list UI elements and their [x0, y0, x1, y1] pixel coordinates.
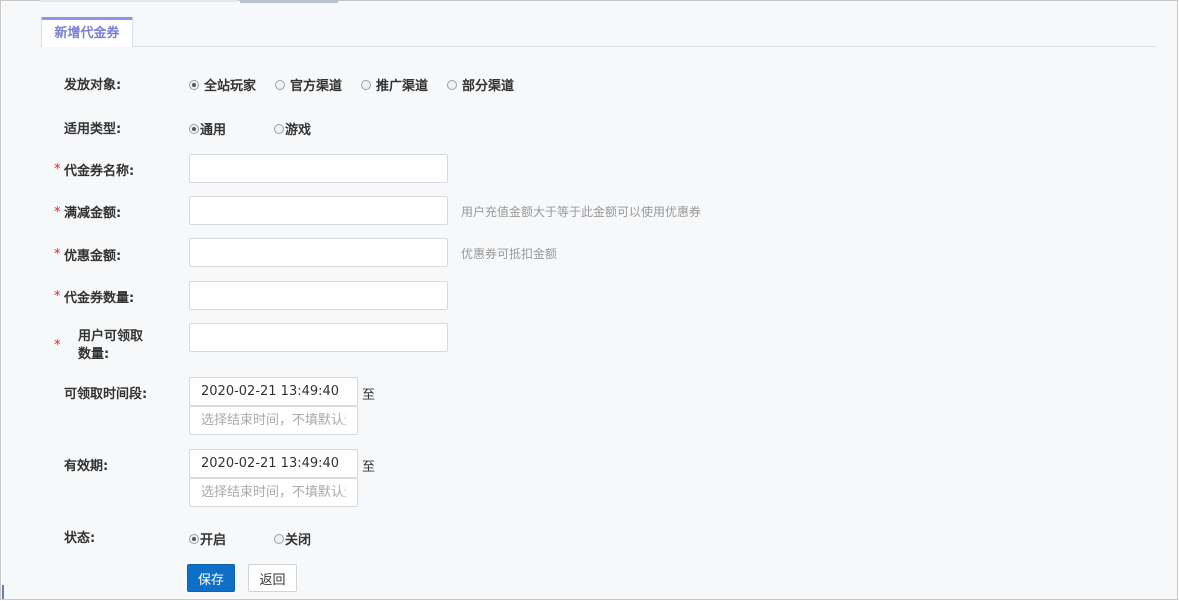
per-user-quantity-input[interactable] [189, 323, 448, 352]
radio-unchecked-icon[interactable] [361, 79, 372, 90]
claim-start-date-input[interactable] [189, 377, 358, 406]
target-label: 发放对象: [64, 78, 122, 93]
discount-amount-input[interactable] [189, 238, 448, 267]
tab-add-voucher[interactable]: 新增代金券 [41, 17, 133, 47]
radio-unchecked-icon[interactable] [447, 79, 458, 90]
discount-hint: 优惠券可抵扣金额 [461, 247, 558, 261]
required-mark: * [54, 289, 61, 304]
type-radio-group: 通用 游戏 [189, 119, 311, 138]
required-mark: * [54, 338, 61, 353]
left-edge-marker [2, 585, 4, 599]
validity-to-label: 至 [362, 460, 376, 475]
threshold-hint: 用户充值金额大于等于此金额可以使用优惠券 [461, 205, 702, 219]
required-mark: * [54, 247, 61, 262]
claim-to-label: 至 [362, 388, 376, 403]
name-label: 代金券名称: [64, 164, 135, 179]
threshold-amount-input[interactable] [189, 196, 448, 225]
discount-label: 优惠金额: [64, 249, 122, 264]
page-frame [0, 0, 1178, 600]
radio-checked-icon[interactable] [189, 79, 199, 90]
type-label: 适用类型: [64, 122, 122, 137]
type-option-general[interactable]: 通用 [189, 119, 274, 138]
top-scroll-strip [40, 0, 338, 3]
status-option-on[interactable]: 开启 [189, 529, 274, 548]
required-mark: * [54, 205, 61, 220]
status-radio-group: 开启 关闭 [189, 529, 311, 548]
target-option-promo[interactable]: 推广渠道 [361, 75, 428, 94]
claim-period-label: 可领取时间段: [64, 387, 148, 402]
quantity-label: 代金券数量: [64, 291, 135, 306]
voucher-name-input[interactable] [189, 154, 448, 183]
target-radio-group: 全站玩家 官方渠道 推广渠道 部分渠道 [189, 75, 514, 94]
required-mark: * [54, 162, 61, 177]
back-button[interactable]: 返回 [248, 564, 297, 592]
per-user-label: 用户可领取数量: [78, 329, 144, 362]
validity-end-date-input[interactable] [189, 478, 358, 507]
radio-checked-icon[interactable] [189, 533, 199, 544]
claim-end-date-input[interactable] [189, 406, 358, 435]
validity-start-date-input[interactable] [189, 449, 358, 478]
voucher-quantity-input[interactable] [189, 281, 448, 310]
save-button[interactable]: 保存 [187, 564, 235, 592]
target-option-official[interactable]: 官方渠道 [275, 75, 342, 94]
status-option-off[interactable]: 关闭 [274, 529, 311, 548]
radio-unchecked-icon[interactable] [275, 79, 286, 90]
target-option-all[interactable]: 全站玩家 [189, 75, 256, 94]
validity-label: 有效期: [64, 459, 109, 474]
threshold-label: 满减金额: [64, 206, 122, 221]
radio-checked-icon[interactable] [189, 123, 199, 134]
radio-unchecked-icon[interactable] [274, 123, 284, 134]
radio-unchecked-icon[interactable] [274, 533, 284, 544]
tab-bar-divider [40, 46, 1156, 47]
type-option-game[interactable]: 游戏 [274, 119, 311, 138]
status-label: 状态: [64, 531, 96, 546]
target-option-partial[interactable]: 部分渠道 [447, 75, 514, 94]
